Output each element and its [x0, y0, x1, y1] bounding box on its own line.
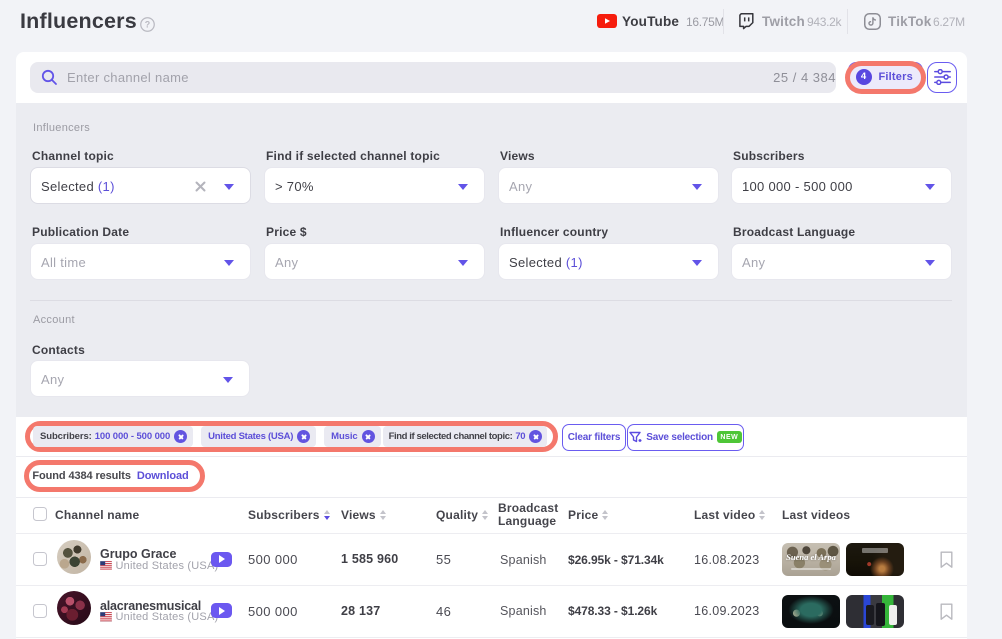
- svg-text:?: ?: [145, 19, 150, 29]
